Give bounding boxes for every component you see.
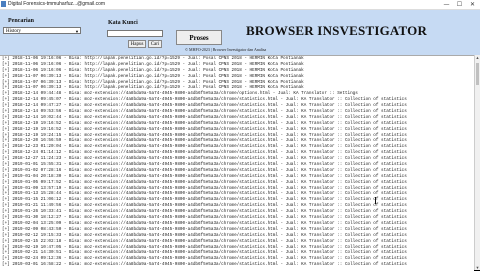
close-button[interactable]: ✕	[466, 0, 479, 9]
app-icon	[1, 1, 6, 7]
log-row: [+] 2019-01-04 20:18:30 - Bisa: moz-exte…	[2, 173, 407, 179]
maximize-button[interactable]: ☐	[453, 0, 466, 9]
title-bar: Digital Forensics-tmmuharfuz...@gmail.co…	[0, 0, 480, 10]
log-row: [+] 2019-01-02 07:28:16 - Bisa: moz-exte…	[2, 167, 407, 173]
history-select-value: History	[6, 29, 21, 34]
log-row: [+] 2019-02-09 08:43:50 - Bisa: moz-exte…	[2, 226, 407, 232]
log-row: [+] 2018-12-19 19:16:52 - Bisa: moz-exte…	[2, 120, 407, 126]
app-window: Digital Forensics-tmmuharfuz...@gmail.co…	[0, 0, 480, 271]
log-row: [+] 2018-12-14 10:02:44 - Bisa: moz-exte…	[2, 114, 407, 120]
cari-button[interactable]: Cari	[148, 40, 162, 48]
keyword-input[interactable]	[107, 30, 163, 37]
log-row: [+] 2019-03-01 16:58:22 - Bisa: moz-exte…	[2, 262, 407, 268]
log-row: [+] 2019-02-04 13:25:09 - Bisa: moz-exte…	[2, 220, 407, 226]
log-row: [+] 2019-01-05 09:17:52 - Bisa: moz-exte…	[2, 179, 407, 185]
chevron-down-icon[interactable]: ▼	[75, 28, 79, 35]
scroll-up-icon[interactable]: ▲	[475, 55, 480, 60]
text-cursor	[375, 197, 376, 204]
pencarian-label: Pencarian	[8, 18, 34, 24]
app-brand-title: BROWSER INSVESTIGATOR	[246, 23, 428, 38]
scroll-down-icon[interactable]: ▼	[475, 265, 480, 270]
log-row: [+] 2019-02-15 22:02:18 - Bisa: moz-exte…	[2, 238, 407, 244]
log-row: [+] 2018-12-19 19:16:52 - Bisa: moz-exte…	[2, 126, 407, 132]
log-output-area[interactable]: [+] 2018-11-06 19:16:06 - Bisa: http://l…	[0, 55, 474, 271]
kata-kunci-label: Kata Kunci	[108, 20, 138, 26]
copyright-text: © MHFO-2023 | Browser Investigator dan A…	[185, 47, 267, 52]
hapus-button[interactable]: Hapus	[128, 40, 146, 48]
proses-button[interactable]: Proses	[176, 30, 222, 45]
history-select[interactable]: History ▼	[3, 27, 81, 34]
log-row: [+] 2019-02-12 19:15:33 - Bisa: moz-exte…	[2, 232, 407, 238]
scrollbar-thumb[interactable]	[476, 63, 479, 85]
window-title: Digital Forensics-tmmuharfuz...@gmail.co…	[8, 1, 106, 7]
header-panel: Pencarian History ▼ Kata Kunci Hapus Car…	[0, 10, 480, 55]
minimize-button[interactable]: —	[440, 0, 453, 9]
vertical-scrollbar[interactable]: ▲ ▼	[474, 55, 480, 270]
